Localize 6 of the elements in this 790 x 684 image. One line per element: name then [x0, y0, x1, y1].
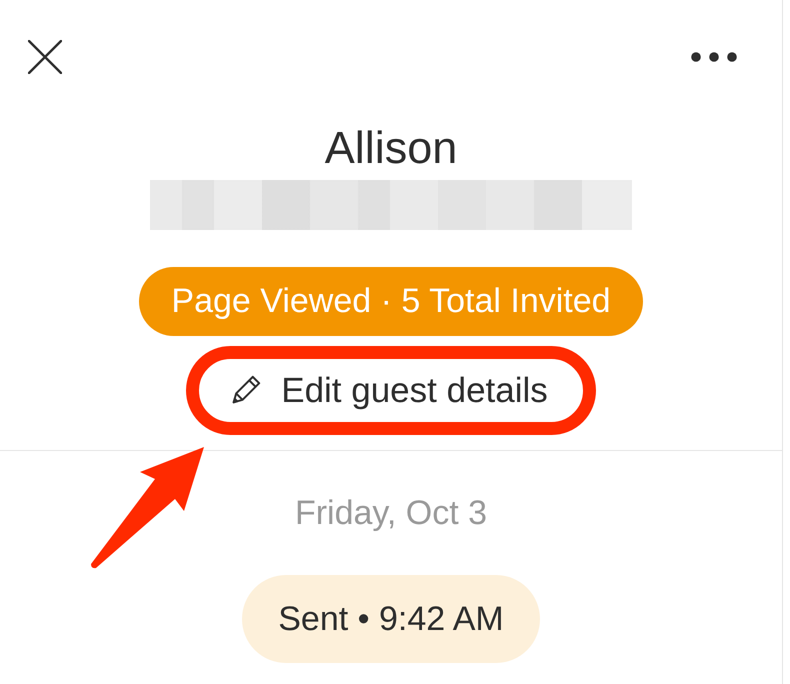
- status-badge: Page Viewed · 5 Total Invited: [139, 267, 643, 336]
- close-icon[interactable]: [28, 40, 62, 74]
- more-options-icon[interactable]: [691, 52, 737, 62]
- activity-date: Friday, Oct 3: [294, 496, 488, 530]
- guest-name: Allison: [324, 125, 458, 170]
- sent-status-badge: Sent • 9:42 AM: [242, 575, 540, 663]
